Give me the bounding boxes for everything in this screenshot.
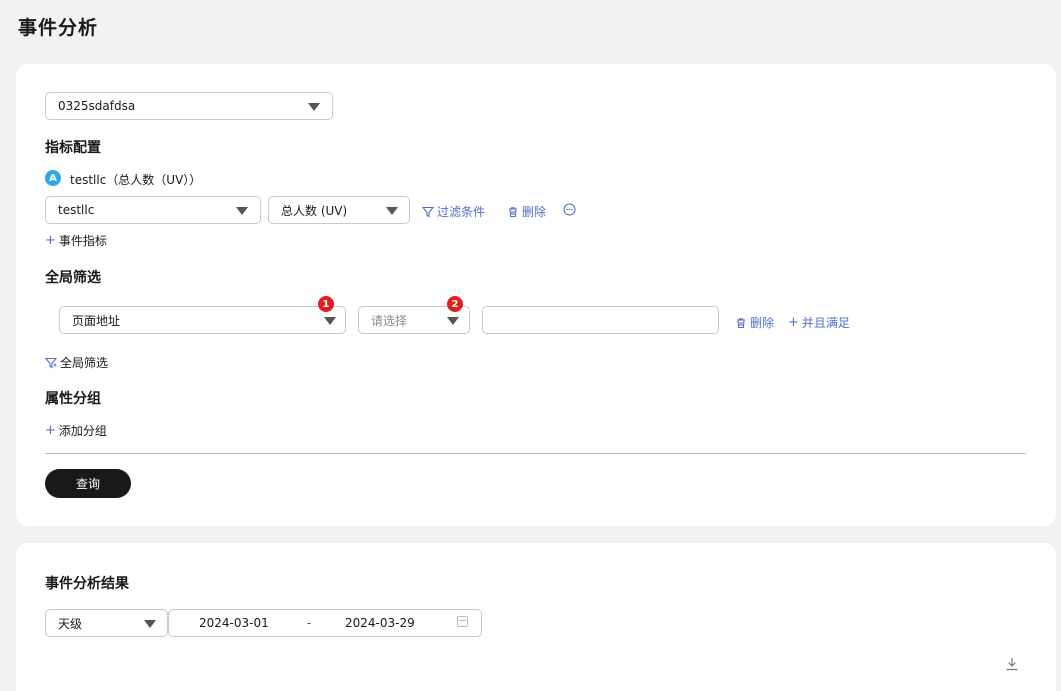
group-title: 属性分组 [45,391,101,407]
query-button[interactable]: 查询 [45,469,131,498]
metric-delete-label: 删除 [522,205,547,219]
metric-measure-select[interactable]: 总人数 (UV) [268,196,410,224]
filter-property-value: 页面地址 [72,313,121,328]
metric-filter-button[interactable]: 过滤条件 [422,203,485,220]
metric-config-title: 指标配置 [45,140,101,156]
page-title: 事件分析 [18,17,99,39]
chevron-down-icon [308,103,320,111]
filter-delete-label: 删除 [750,316,775,330]
granularity-select[interactable]: 天级 [45,609,168,637]
config-card: 0325sdafdsa 指标配置 A testllc（总人数（UV）） test… [16,64,1056,526]
date-separator: - [307,616,312,630]
filter-property-select[interactable]: 页面地址 [59,306,346,334]
divider [45,453,1026,454]
metric-event-value: testllc [58,203,95,217]
filter-value-input[interactable] [482,306,719,334]
add-metric-label: 事件指标 [58,234,107,248]
result-title: 事件分析结果 [45,576,129,592]
plus-icon: + [45,423,56,438]
date-end: 2024-03-29 [345,616,415,630]
annotation-badge-1: 1 [318,296,334,312]
event-select[interactable]: 0325sdafdsa [45,92,333,120]
result-card: 事件分析结果 天级 2024-03-01 - 2024-03-29 [16,543,1056,691]
calendar-icon [457,616,468,627]
filter-delete-button[interactable]: 删除 [735,314,774,331]
trash-icon [509,206,517,217]
add-group-button[interactable]: + 添加分组 [45,422,107,439]
chevron-down-icon [144,620,156,628]
filter-and-button[interactable]: + 并且满足 [788,314,850,331]
chevron-down-icon [447,317,459,325]
event-select-value: 0325sdafdsa [58,99,136,113]
add-global-filter-button[interactable]: 全局筛选 [45,354,108,371]
metric-badge-a: A [45,170,61,186]
add-group-label: 添加分组 [58,424,107,438]
trash-icon [737,317,745,328]
add-metric-button[interactable]: + 事件指标 [45,232,107,249]
filter-and-label: 并且满足 [801,316,850,330]
plus-icon: + [45,233,56,248]
date-range-picker[interactable]: 2024-03-01 - 2024-03-29 [168,609,482,637]
filter-icon [422,206,434,217]
metric-delete-button[interactable]: 删除 [507,203,546,220]
metric-event-select[interactable]: testllc [45,196,261,224]
date-start: 2024-03-01 [199,616,269,630]
global-filter-title: 全局筛选 [45,270,101,286]
more-icon[interactable] [563,203,576,219]
annotation-badge-2: 2 [447,296,463,312]
plus-icon: + [788,315,799,330]
download-icon[interactable] [1005,657,1019,674]
add-global-filter-label: 全局筛选 [60,356,109,370]
chevron-down-icon [324,317,336,325]
chevron-down-icon [236,207,248,215]
metric-filter-label: 过滤条件 [437,205,486,219]
chevron-down-icon [386,207,398,215]
filter-icon [45,357,57,368]
metric-label: testllc（总人数（UV）） [70,173,202,187]
